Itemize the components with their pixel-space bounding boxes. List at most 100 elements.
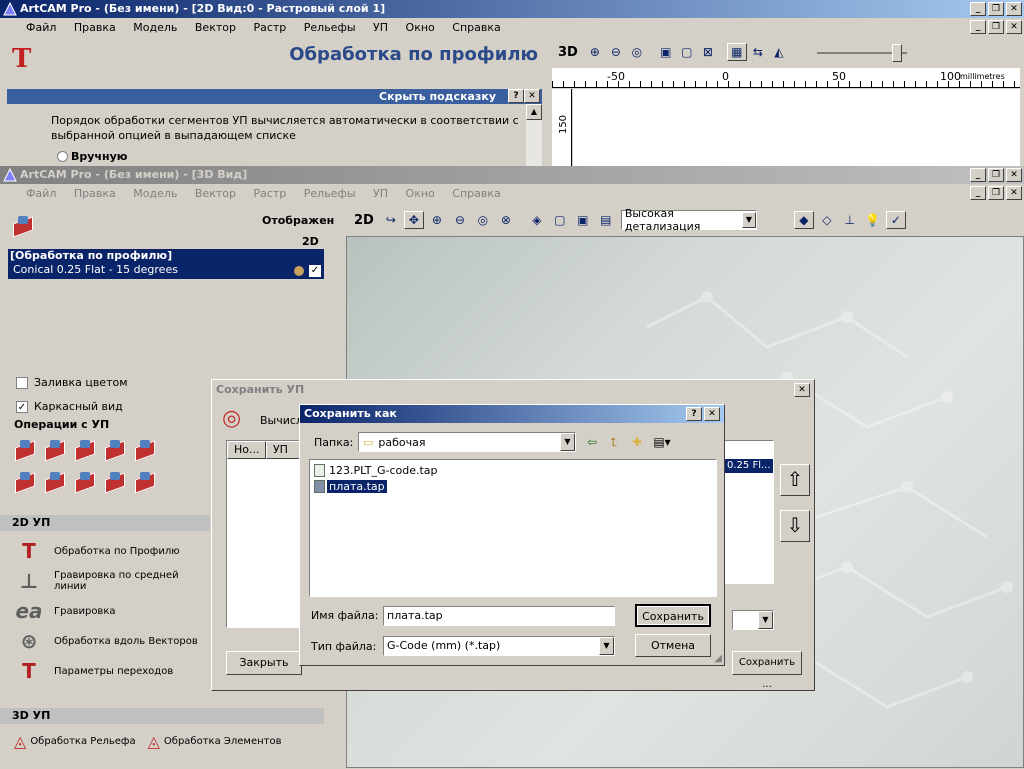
doc-restore-icon[interactable]: ❐ (988, 20, 1004, 34)
relief-machining-icon[interactable]: ◬ (14, 732, 26, 751)
menu-toolpaths[interactable]: УП (373, 21, 388, 34)
col-header[interactable]: Но... (227, 441, 266, 459)
toolpath-table[interactable]: Но... УП (226, 440, 302, 628)
chevron-down-icon[interactable]: ▼ (741, 212, 756, 228)
radio-manual[interactable] (57, 151, 68, 162)
menu-vector[interactable]: Вектор (195, 187, 236, 200)
export-icon[interactable] (12, 470, 38, 496)
help-icon[interactable]: ? (686, 407, 702, 421)
menu-model[interactable]: Модель (133, 187, 177, 200)
zoom-in-icon[interactable]: ⊕ (585, 43, 605, 61)
chevron-down-icon[interactable]: ▼ (758, 611, 773, 629)
menu-raster[interactable]: Растр (253, 187, 286, 200)
restore-icon[interactable]: ❐ (988, 168, 1004, 182)
merge-icon[interactable] (102, 470, 128, 496)
transform-icon[interactable] (72, 470, 98, 496)
restore-icon[interactable]: ❐ (988, 2, 1004, 16)
iso-view-icon[interactable]: ◈ (527, 211, 547, 229)
axes-icon[interactable]: ⊥ (840, 211, 860, 229)
dropdown-partial[interactable]: ▼ (732, 610, 774, 630)
toolpath-list[interactable]: [Обработка по профилю] Conical 0.25 Flat… (8, 249, 324, 279)
minimize-icon[interactable]: _ (970, 2, 986, 16)
side-view-icon[interactable]: ▣ (573, 211, 593, 229)
zoom-window-icon[interactable]: ▣ (656, 43, 676, 61)
layer-icon[interactable]: ▦ (726, 43, 747, 61)
help-icon[interactable]: ? (508, 89, 524, 103)
toolpath-edit-icon[interactable] (132, 438, 158, 464)
menu-help[interactable]: Справка (452, 21, 500, 34)
folder-select[interactable]: ▭ рабочая ▼ (358, 432, 576, 452)
toolpath-calc-icon[interactable] (102, 438, 128, 464)
close-button[interactable]: Закрыть (226, 651, 302, 675)
list-item[interactable]: ea Гравировка (14, 596, 214, 626)
list-item[interactable]: ⊛ Обработка вдоль Векторов (14, 626, 214, 656)
feature-machining-icon[interactable]: ◬ (148, 732, 160, 751)
tool-visible-checkbox[interactable]: ✓ (309, 265, 321, 277)
pan-icon[interactable]: ✥ (403, 211, 424, 229)
selected-toolpaths-list[interactable]: 0.25 Fl... (722, 440, 774, 584)
cancel-button[interactable]: Отмена (635, 634, 711, 657)
chevron-down-icon[interactable]: ▼ (599, 637, 614, 655)
save-as-icon[interactable] (42, 470, 68, 496)
close-icon[interactable]: ✕ (1006, 168, 1022, 182)
feature-machining-label[interactable]: Обработка Элементов (164, 736, 282, 747)
shaded-icon[interactable]: ◆ (793, 211, 814, 229)
menu-window[interactable]: Окно (406, 187, 435, 200)
rotate-icon[interactable]: ↪ (381, 211, 401, 229)
file-list[interactable]: 123.PLT_G-code.tap плата.tap (309, 459, 717, 597)
close-icon[interactable]: ✕ (1006, 2, 1022, 16)
save-toolpath-button[interactable]: Сохранить ... (732, 651, 802, 690)
list-item[interactable]: ⊥ Гравировка по средней линии (14, 566, 214, 596)
array-icon[interactable] (132, 470, 158, 496)
menu-model[interactable]: Модель (133, 21, 177, 34)
simulate-icon[interactable] (72, 438, 98, 464)
hint-close-icon[interactable]: ✕ (524, 89, 540, 103)
menu-window[interactable]: Окно (406, 21, 435, 34)
zoom-fit-icon[interactable]: ◎ (627, 43, 647, 61)
front-view-icon[interactable]: ▢ (550, 211, 570, 229)
move-down-button[interactable]: ⇩ (780, 510, 810, 542)
save-button[interactable]: Сохранить (635, 604, 711, 627)
menu-file[interactable]: Файл (26, 21, 56, 34)
file-item[interactable]: 123.PLT_G-code.tap (310, 462, 716, 478)
toolpath-title[interactable]: [Обработка по профилю] (8, 249, 324, 263)
col-header[interactable]: УП (265, 441, 301, 459)
zoom-out-icon[interactable]: ⊖ (606, 43, 626, 61)
relief-machining-label[interactable]: Обработка Рельефа (30, 736, 135, 747)
file-item[interactable]: плата.tap (310, 478, 716, 494)
doc-close-icon[interactable]: ✕ (1006, 20, 1022, 34)
hint-scrollbar[interactable]: ▲ (526, 104, 542, 166)
shade-icon[interactable]: ◭ (769, 43, 789, 61)
zoom-in-icon[interactable]: ⊕ (427, 211, 447, 229)
wire-icon[interactable]: ◇ (817, 211, 837, 229)
menu-reliefs[interactable]: Рельефы (304, 21, 356, 34)
list-item[interactable]: T Обработка по Профилю (14, 536, 214, 566)
swap-icon[interactable]: ⇆ (748, 43, 768, 61)
top-view-icon[interactable]: ▤ (596, 211, 616, 229)
zoom-all-icon[interactable]: ⊠ (698, 43, 718, 61)
move-up-button[interactable]: ⇧ (780, 464, 810, 496)
view-menu-icon[interactable]: ▤▾ (652, 433, 672, 451)
light-icon[interactable]: 💡 (863, 211, 883, 229)
doc-restore-icon[interactable]: ❐ (988, 186, 1004, 200)
close-icon[interactable]: ✕ (794, 383, 810, 397)
close-icon[interactable]: ✕ (704, 407, 720, 421)
toolpath-display-icon[interactable]: ✓ (885, 211, 906, 229)
menu-vector[interactable]: Вектор (195, 21, 236, 34)
new-folder-icon[interactable]: ✚ (627, 433, 647, 451)
list-item[interactable]: T Параметры переходов (14, 656, 214, 686)
back-icon[interactable]: ⇦ (582, 433, 602, 451)
chevron-down-icon[interactable]: ▼ (560, 433, 575, 451)
menu-reliefs[interactable]: Рельефы (304, 187, 356, 200)
doc-minimize-icon[interactable]: _ (970, 20, 986, 34)
zoom-window-icon[interactable]: ⊗ (496, 211, 516, 229)
up-folder-icon[interactable]: ⮤ (604, 433, 624, 451)
filetype-select[interactable]: G-Code (mm) (*.tap) ▼ (383, 636, 615, 656)
selected-toolpath-item[interactable]: 0.25 Fl... (723, 459, 773, 473)
hint-bar[interactable]: Скрыть подсказку ? ✕ (7, 89, 542, 104)
menu-toolpaths[interactable]: УП (373, 187, 388, 200)
toolpath-tool[interactable]: Conical 0.25 Flat - 15 degrees (8, 263, 324, 277)
menu-edit[interactable]: Правка (74, 187, 116, 200)
menu-file[interactable]: Файл (26, 187, 56, 200)
detail-select[interactable]: Высокая детализация ▼ (620, 207, 757, 233)
